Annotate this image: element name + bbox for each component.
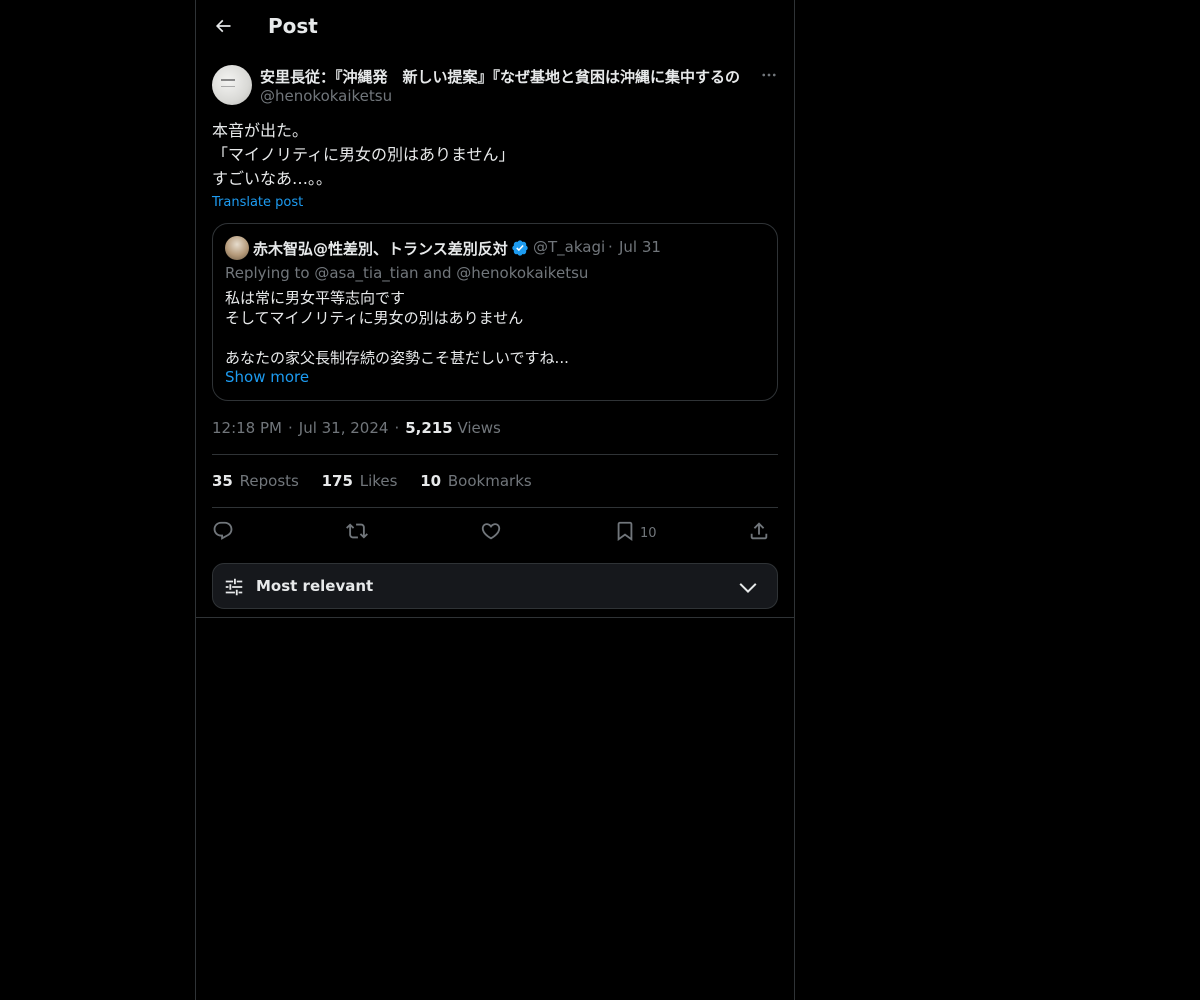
views-count: 5,215 <box>405 419 453 437</box>
share-icon <box>750 522 768 540</box>
repost-icon <box>346 523 368 539</box>
bookmark-count: 10 <box>640 525 657 541</box>
quoted-replying-to: Replying to @asa_tia_tian and @henokokai… <box>225 264 589 282</box>
post-text-line: 「マイノリティに男女の別はありません」 <box>212 145 515 164</box>
divider <box>212 454 778 455</box>
show-more-link[interactable]: Show more <box>225 368 309 386</box>
bookmark-icon <box>617 521 633 542</box>
reply-icon <box>213 521 233 540</box>
author-handle[interactable]: @henokokaiketsu <box>260 87 392 105</box>
post-header: Post <box>196 0 794 54</box>
post-time[interactable]: 12:18 PM <box>212 419 282 437</box>
reply-button[interactable] <box>212 516 234 546</box>
quoted-post-date: Jul 31 <box>619 238 661 256</box>
quoted-post-text: 私は常に男女平等志向です そしてマイノリティに男女の別はありません あなたの家父… <box>225 288 569 368</box>
heart-icon <box>481 523 501 540</box>
post-date[interactable]: Jul 31, 2024 <box>299 419 389 437</box>
post-metadata: 12:18 PM · Jul 31, 2024 · 5,215 Views <box>212 419 501 437</box>
bookmarks-stat: 10 Bookmarks <box>420 472 532 490</box>
quoted-text-line: あなたの家父長制存続の姿勢こそ甚だしいですね... <box>225 349 569 367</box>
arrow-left-icon <box>215 19 231 33</box>
reposts-stat[interactable]: 35 Reposts <box>212 472 299 490</box>
like-button[interactable] <box>480 516 502 546</box>
sliders-icon <box>225 578 243 596</box>
verified-badge-icon <box>512 240 528 256</box>
quoted-author-avatar <box>225 236 249 260</box>
share-button[interactable] <box>748 516 770 546</box>
separator-dot: · <box>608 238 613 256</box>
timeline-column: Post 安里長従：『沖縄発 新しい提案』『なぜ基地と貧困は沖縄に集中するの @… <box>195 0 795 1000</box>
translate-post-link[interactable]: Translate post <box>212 195 303 210</box>
author-name[interactable]: 安里長従：『沖縄発 新しい提案』『なぜ基地と貧困は沖縄に集中するの <box>260 66 752 87</box>
bookmark-button[interactable]: 10 <box>614 516 657 546</box>
divider <box>212 507 778 508</box>
action-bar: 10 <box>212 516 778 546</box>
repost-button[interactable] <box>346 516 368 546</box>
quoted-author-name: 赤木智弘@性差別、トランス差別反対 <box>253 240 508 258</box>
quoted-text-line: そしてマイノリティに男女の別はありません <box>225 309 524 327</box>
chevron-down-icon <box>739 583 757 594</box>
post-text-line: 本音が出た。 <box>212 121 309 140</box>
back-button[interactable] <box>208 11 238 41</box>
section-divider <box>196 617 794 618</box>
quoted-author-handle: @T_akagi <box>533 238 606 256</box>
page-title: Post <box>268 14 318 38</box>
reply-sort-selector[interactable]: Most relevant <box>212 563 778 609</box>
views-label: Views <box>457 419 501 437</box>
quoted-text-line <box>225 328 569 348</box>
likes-stat[interactable]: 175 Likes <box>322 472 398 490</box>
more-button[interactable] <box>758 64 780 86</box>
more-dots-icon <box>762 73 776 77</box>
engagement-stats: 35 Reposts 175 Likes 10 Bookmarks <box>212 472 550 490</box>
quoted-post-card[interactable]: 赤木智弘@性差別、トランス差別反対 @T_akagi · Jul 31 Repl… <box>212 223 778 401</box>
author-avatar[interactable] <box>212 65 252 105</box>
post-text: 本音が出た。 「マイノリティに男女の別はありません」 すごいなあ…。。 <box>212 119 778 191</box>
post-text-line: すごいなあ…。。 <box>212 169 333 188</box>
quoted-text-line: 私は常に男女平等志向です <box>225 289 406 307</box>
sort-label: Most relevant <box>256 577 374 595</box>
